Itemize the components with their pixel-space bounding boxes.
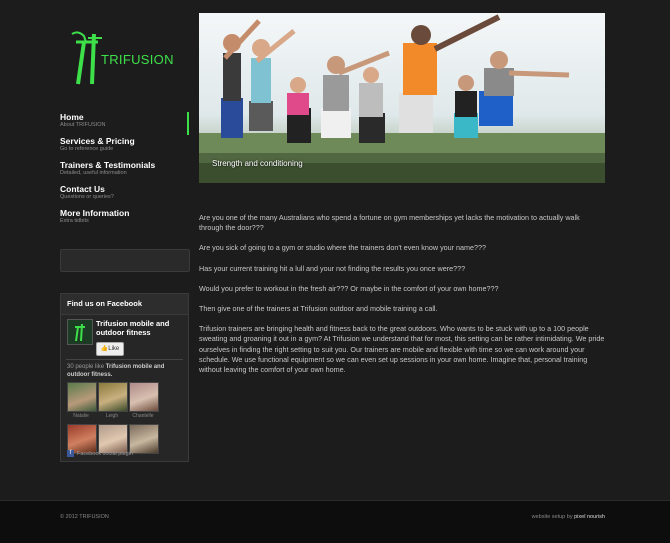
nav-item-subtitle: Extra tidbits xyxy=(60,218,89,224)
like-button[interactable]: 👍Like xyxy=(96,342,124,356)
nav-item-subtitle: Questions or queries? xyxy=(60,194,114,200)
divider xyxy=(66,359,183,360)
footer-credit-prefix: website setup by xyxy=(531,514,575,520)
main-nav: Home About TRIFUSION Services & Pricing … xyxy=(60,112,189,232)
search-input[interactable] xyxy=(60,249,190,272)
nav-item-home[interactable]: Home About TRIFUSION xyxy=(60,112,189,136)
nav-item-contact-us[interactable]: Contact Us Questions or queries? xyxy=(60,184,188,208)
nav-item-subtitle: Detailed, useful information xyxy=(60,170,127,176)
content-paragraph: Then give one of the trainers at Trifusi… xyxy=(199,304,438,314)
footer-credit: website setup by pixel nourish xyxy=(532,514,605,520)
facebook-plugin-label: Facebook social plugin xyxy=(77,450,133,457)
content-paragraph: Are you sick of going to a gym or studio… xyxy=(199,243,487,253)
main-content: Are you one of the many Australians who … xyxy=(199,213,605,385)
nav-item-subtitle: About TRIFUSION xyxy=(60,122,106,128)
content-paragraph: Would you prefer to workout in the fresh… xyxy=(199,283,499,293)
facebook-box-header: Find us on Facebook xyxy=(61,294,188,315)
nav-item-trainers-testimonials[interactable]: Trainers & Testimonials Detailed, useful… xyxy=(60,160,188,184)
nav-item-title: Contact Us xyxy=(60,184,105,194)
content-paragraph: Has your current training hit a lull and… xyxy=(199,263,466,273)
footer-credit-link[interactable]: pixel nourish xyxy=(574,514,605,520)
brand-name: TRIFUSION xyxy=(101,52,174,67)
facebook-icon: f xyxy=(67,450,74,457)
hero-image xyxy=(199,13,605,183)
nav-item-services-pricing[interactable]: Services & Pricing Go to reference guide xyxy=(60,136,188,160)
fan-name[interactable]: Leigh xyxy=(96,413,128,419)
nav-item-more-information[interactable]: More Information Extra tidbits xyxy=(60,208,188,232)
page: TRIFUSION Home About TRIFUSION Services … xyxy=(0,0,670,500)
content-paragraph: Are you one of the many Australians who … xyxy=(199,213,580,233)
hero-caption: Strength and conditioning xyxy=(212,159,303,168)
footer-copyright: © 2012 TRIFUSION xyxy=(60,514,109,520)
fan-avatar[interactable] xyxy=(129,424,159,454)
active-indicator xyxy=(187,112,189,135)
nav-item-title: Home xyxy=(60,112,84,122)
fan-count-prefix: 30 people like xyxy=(67,364,106,370)
facebook-page-name[interactable]: Trifusion mobile and outdoor fitness xyxy=(96,319,184,337)
nav-item-subtitle: Go to reference guide xyxy=(60,146,114,152)
nav-item-title: Trainers & Testimonials xyxy=(60,160,156,170)
nav-item-title: Services & Pricing xyxy=(60,136,135,146)
fan-count: 30 people like Trifusion mobile and outd… xyxy=(67,363,182,379)
fan-name[interactable]: Chantelle xyxy=(127,413,159,419)
facebook-like-box: Find us on Facebook Trifusion mobile and… xyxy=(60,293,189,462)
group-stretching-photo xyxy=(199,13,605,183)
fan-avatar[interactable] xyxy=(129,382,159,412)
like-label: Like xyxy=(108,346,120,352)
trifusion-page-logo-icon[interactable] xyxy=(67,319,93,345)
fan-avatar[interactable] xyxy=(98,382,128,412)
fan-avatar[interactable] xyxy=(67,382,97,412)
fan-name[interactable]: Natalie xyxy=(65,413,97,419)
nav-item-title: More Information xyxy=(60,208,130,218)
facebook-plugin-footer[interactable]: f Facebook social plugin xyxy=(67,450,133,457)
content-paragraph: Trifusion trainers are bringing health a… xyxy=(199,324,605,375)
facebook-box-heading: Find us on Facebook xyxy=(67,299,143,308)
footer: © 2012 TRIFUSION website setup by pixel … xyxy=(0,500,670,543)
